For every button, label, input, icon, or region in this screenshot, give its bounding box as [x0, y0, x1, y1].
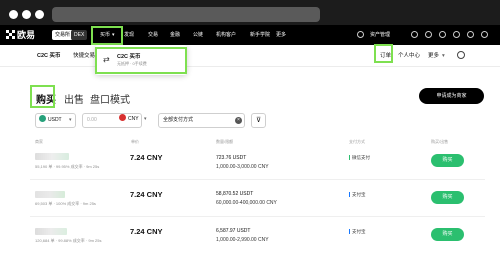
top-nav: 欧易 交易所 DEX 买币 ▾ 发现 交易 金融 公链 机构客户 新手学院 更多… [0, 25, 500, 45]
window-dot[interactable] [9, 10, 18, 19]
merchant-stats: 69,503 单 · 100% 成交率 · 9m 25s [35, 201, 96, 206]
row-divider [30, 179, 485, 180]
wechat-pay-icon [349, 155, 350, 160]
highlight-orders [374, 44, 393, 63]
download-icon[interactable] [439, 31, 446, 38]
price: 7.24 CNY [130, 190, 163, 199]
buy-button[interactable]: 购买 [431, 228, 464, 241]
address-bar[interactable] [52, 7, 320, 22]
payment-method: 支付宝 [349, 192, 366, 198]
chevron-down-icon: ▾ [144, 116, 147, 122]
help-icon[interactable] [453, 31, 460, 38]
highlight-dropdown [95, 47, 187, 74]
nav-chain[interactable]: 公链 [193, 25, 203, 45]
nav-more[interactable]: 更多 [276, 25, 286, 45]
nav-academy[interactable]: 新手学院 [250, 25, 270, 45]
nav-trade[interactable]: 交易 [148, 25, 158, 45]
tab-c2c[interactable]: C2C 买币 [37, 45, 61, 67]
brand-logo[interactable]: 欧易 [6, 29, 35, 41]
nav-assets[interactable]: 资产管理 [370, 25, 390, 45]
merchant-stats: 120,684 单 · 99.88% 成交率 · 9m 25s [35, 238, 102, 243]
merchant-stats: 55,190 单 · 99.95% 成交率 · 9m 25s [35, 164, 100, 169]
price: 7.24 CNY [130, 227, 163, 236]
amount: 723.76 USDT [216, 155, 247, 161]
buy-button[interactable]: 购买 [431, 154, 464, 167]
sub-nav: C2C 买币 快捷交易 订单 个人中心 更多 ▾ [0, 45, 500, 67]
col-header-amount: 数量/限额 [216, 139, 234, 144]
merchant-name-blurred[interactable] [35, 191, 65, 198]
currency-select[interactable]: CNY ▾ [116, 113, 152, 128]
more-link[interactable]: 更多 [428, 45, 439, 67]
bell-icon[interactable] [425, 31, 432, 38]
user-icon[interactable] [411, 31, 418, 38]
cny-flag-icon [119, 114, 126, 121]
nav-discover[interactable]: 发现 [124, 25, 134, 45]
highlight-buy-tab [30, 85, 55, 108]
payment-method: 支付宝 [349, 229, 366, 235]
chevron-down-icon: ▾ [442, 53, 445, 59]
payment-method: 微信支付 [349, 155, 370, 161]
payment-select[interactable]: 全部支付方式 × [158, 113, 245, 128]
buy-button[interactable]: 购买 [431, 191, 464, 204]
col-header-price: 单价 [131, 139, 139, 144]
merchant-name-blurred[interactable] [35, 153, 69, 160]
usdt-coin-icon [39, 115, 46, 122]
dex-pill[interactable]: DEX [71, 30, 88, 40]
globe-icon[interactable] [467, 31, 474, 38]
price: 7.24 CNY [130, 153, 163, 162]
nav-institutional[interactable]: 机构客户 [216, 25, 236, 45]
clear-icon[interactable]: × [235, 117, 242, 124]
coin-select[interactable]: USDT ▾ [35, 113, 76, 128]
limit: 60,000.00-400,000.00 CNY [216, 200, 277, 206]
amount: 58,870.52 USDT [216, 191, 254, 197]
row-divider [30, 216, 485, 217]
search-icon[interactable] [357, 31, 364, 38]
filter-icon[interactable]: ⊽ [251, 113, 266, 128]
col-header-payment: 支付方式 [349, 139, 365, 144]
search-icon[interactable] [457, 51, 465, 59]
logo-icon [6, 30, 15, 39]
exchange-pill[interactable]: 交易所 [52, 30, 74, 40]
window-dot[interactable] [22, 10, 31, 19]
merchant-name-blurred[interactable] [35, 228, 67, 235]
col-header-action: 购买/出售 [431, 139, 449, 144]
alipay-icon [349, 229, 350, 234]
become-merchant-button[interactable]: 申请成为商家 [419, 88, 484, 104]
main-page: C2C 买币 快捷交易 订单 个人中心 更多 ▾ 购买 出售 盘口模式 申请成为… [0, 45, 500, 256]
highlight-nav-buy [91, 26, 123, 45]
tab-block-mode[interactable]: 盘口模式 [90, 91, 130, 106]
amount: 6,587.97 USDT [216, 228, 251, 234]
nav-finance[interactable]: 金融 [170, 25, 180, 45]
tab-sell[interactable]: 出售 [64, 91, 84, 106]
alipay-icon [349, 192, 350, 197]
tab-quick-trade[interactable]: 快捷交易 [73, 45, 95, 67]
col-header-merchant: 商家 [35, 139, 43, 144]
window-dot[interactable] [35, 10, 44, 19]
limit: 1,000.00-3,000.00 CNY [216, 164, 269, 170]
profile-link[interactable]: 个人中心 [398, 45, 420, 67]
chevron-down-icon: ▾ [69, 117, 72, 123]
limit: 1,000.00-2,990.00 CNY [216, 237, 269, 243]
theme-icon[interactable] [481, 31, 488, 38]
